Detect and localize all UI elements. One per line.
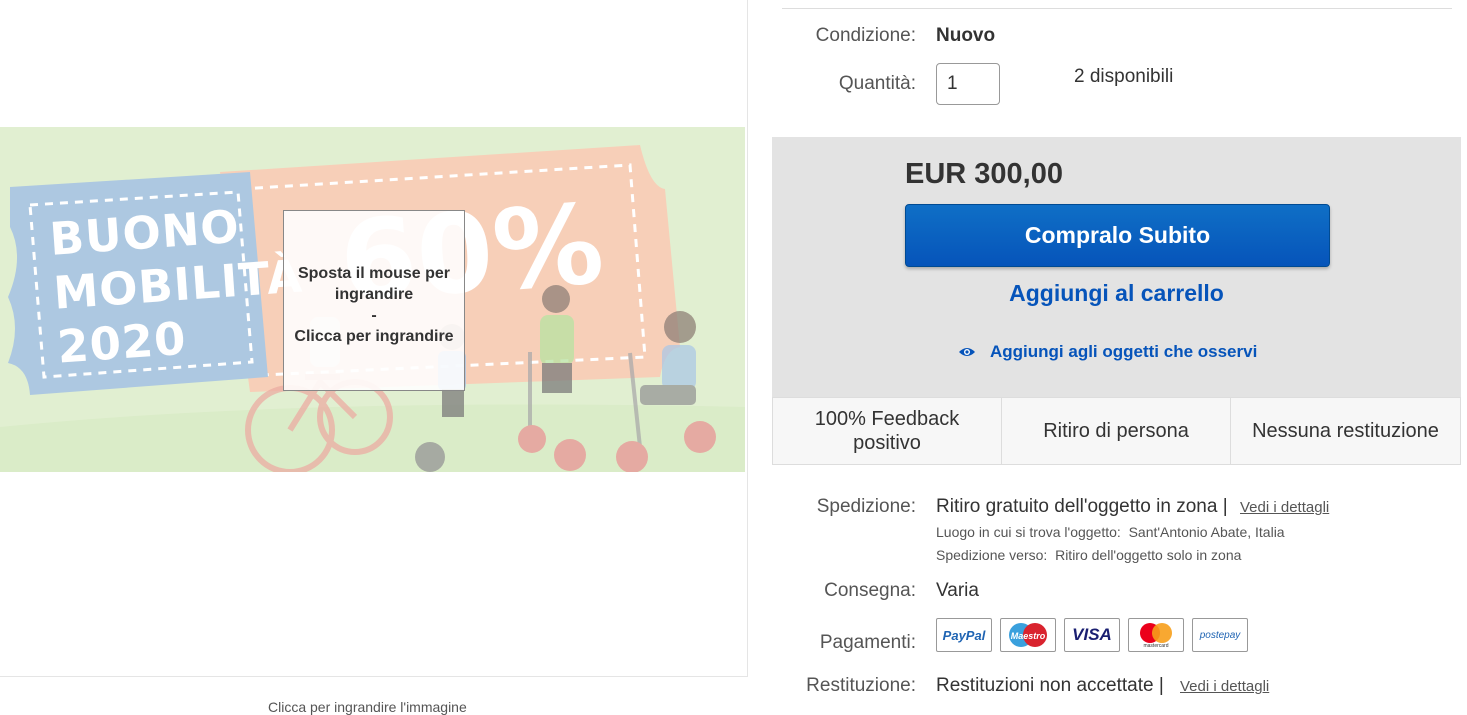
watch-label: Aggiungi agli oggetti che osservi: [990, 342, 1258, 361]
visa-icon: VISA: [1064, 618, 1120, 652]
condition-label: Condizione:: [815, 25, 916, 46]
shipping-label: Spedizione:: [816, 496, 916, 517]
image-caption[interactable]: Clicca per ingrandire l'immagine: [268, 699, 467, 715]
item-location: Luogo in cui si trova l'oggetto: Sant'An…: [936, 524, 1285, 540]
ships-to: Spedizione verso: Ritiro dell'oggetto so…: [936, 547, 1241, 563]
add-to-cart-link[interactable]: Aggiungi al carrello: [905, 280, 1328, 307]
hero-title: BUONO MOBILITÀ 2020: [48, 196, 308, 375]
svg-text:mastercard: mastercard: [1143, 643, 1168, 649]
feature-pickup: Ritiro di persona: [1002, 398, 1231, 464]
zoom-hint-line2: Clicca per ingrandire: [294, 327, 454, 345]
returns-value: Restituzioni non accettate |: [936, 675, 1164, 696]
returns-details-link[interactable]: Vedi i dettagli: [1180, 678, 1269, 695]
delivery-value: Varia: [936, 580, 979, 601]
feature-returns: Nessuna restituzione: [1252, 420, 1439, 442]
eye-icon: [959, 348, 975, 356]
paypal-icon: PayPal: [936, 618, 992, 652]
price: EUR 300,00: [905, 158, 1063, 190]
zoom-lens[interactable]: Sposta il mouse per ingrandire - Clicca …: [283, 210, 465, 391]
item-location-value: Sant'Antonio Abate, Italia: [1128, 524, 1285, 540]
feature-feedback: 100% Feedback positivo: [773, 398, 1002, 464]
returns-label: Restituzione:: [806, 675, 916, 696]
buy-now-button[interactable]: Compralo Subito: [905, 204, 1330, 267]
zoom-hint-separator: -: [371, 306, 377, 324]
mastercard-icon: mastercard: [1128, 618, 1184, 652]
available-count: 2 disponibili: [1074, 66, 1174, 87]
shipping-value: Ritiro gratuito dell'oggetto in zona |: [936, 496, 1228, 517]
maestro-icon: Maestro: [1000, 618, 1056, 652]
condition-value: Nuovo: [936, 25, 996, 46]
ships-to-label: Spedizione verso:: [936, 547, 1048, 563]
divider: [782, 8, 1452, 9]
delivery-label: Consegna:: [824, 580, 916, 601]
feature-strip: 100% Feedback positivo Ritiro di persona…: [772, 397, 1461, 465]
ships-to-value: Ritiro dell'oggetto solo in zona: [1055, 547, 1242, 563]
payments-label: Pagamenti:: [819, 632, 916, 653]
zoom-hint-line1: Sposta il mouse per ingrandire: [297, 264, 451, 303]
quantity-label: Quantità:: [838, 73, 916, 94]
postepay-icon: postepay: [1192, 618, 1248, 652]
item-location-label: Luogo in cui si trova l'oggetto:: [936, 524, 1121, 540]
shipping-details-link[interactable]: Vedi i dettagli: [1240, 499, 1329, 516]
quantity-input[interactable]: [936, 63, 1000, 105]
svg-text:Maestro: Maestro: [1011, 631, 1046, 641]
payment-methods: PayPal Maestro VISA mastercard postepay: [936, 618, 1248, 652]
add-to-watchlist-link[interactable]: Aggiungi agli oggetti che osservi: [958, 342, 1257, 362]
